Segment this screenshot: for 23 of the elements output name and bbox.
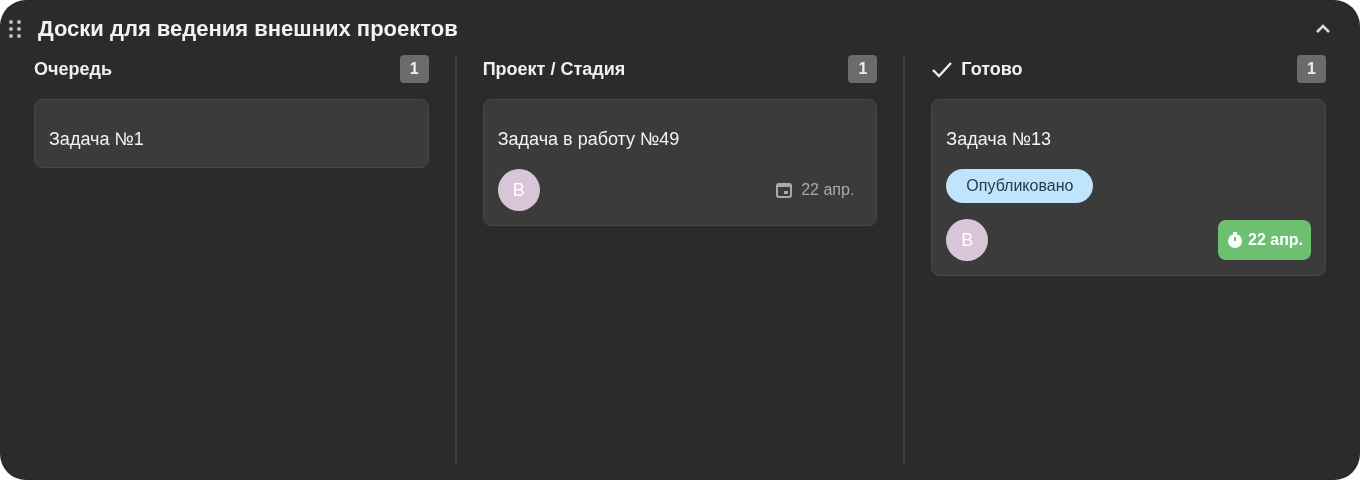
- panel-title: Доски для ведения внешних проектов: [38, 15, 458, 43]
- card-title: Задача №13: [946, 128, 1053, 151]
- status-tag: Опубликовано: [946, 169, 1094, 203]
- card-title: Задача в работу №49: [497, 128, 681, 151]
- task-card[interactable]: Задача №1: [34, 99, 429, 168]
- count-badge: 1: [399, 55, 429, 83]
- due-date-badge: 22 апр.: [1218, 220, 1311, 260]
- column-title: Проект / Стадия: [482, 57, 626, 81]
- avatar: В: [497, 169, 540, 211]
- drag-handle-icon[interactable]: [8, 18, 22, 39]
- chevron-up-icon: [1314, 22, 1332, 35]
- check-icon: [931, 60, 954, 78]
- count-badge: 1: [1297, 55, 1326, 83]
- count-badge: 1: [848, 55, 878, 83]
- due-date: 22 апр.: [801, 180, 855, 200]
- task-card[interactable]: Задача №13 Опубликовано В 22 апр.: [931, 99, 1326, 276]
- task-card[interactable]: Задача в работу №49 В 22 апр.: [482, 99, 878, 226]
- column-title: Готово: [961, 57, 1023, 81]
- column-title: Очередь: [34, 57, 112, 81]
- avatar: В: [946, 219, 989, 261]
- calendar-icon: [775, 181, 794, 199]
- stopwatch-icon: [1226, 231, 1244, 249]
- card-title: Задача №1: [49, 128, 145, 151]
